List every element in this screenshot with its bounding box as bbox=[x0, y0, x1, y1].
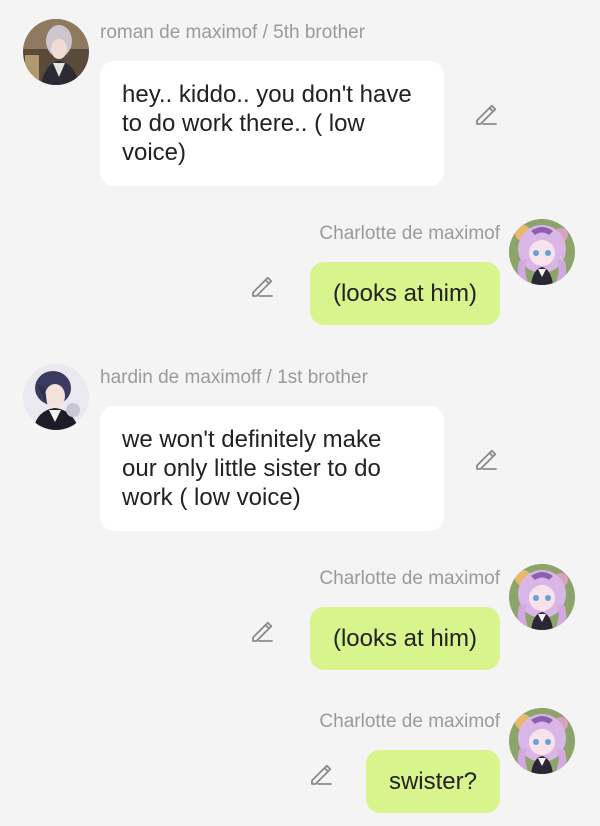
avatar-charlotte[interactable] bbox=[509, 564, 575, 630]
sender-name: Charlotte de maximof bbox=[319, 568, 500, 589]
avatar-charlotte[interactable] bbox=[509, 219, 575, 285]
message-bubble[interactable]: swister? bbox=[365, 750, 500, 813]
sender-name: Charlotte de maximof bbox=[319, 711, 500, 732]
avatar-hardin[interactable] bbox=[23, 364, 89, 430]
sender-name: hardin de maximoff / 1st brother bbox=[100, 367, 368, 388]
message-bubble[interactable]: hey.. kiddo.. you don't have to do work … bbox=[100, 61, 444, 186]
charlotte-avatar-image bbox=[509, 219, 575, 285]
chat-thread: roman de maximof / 5th brother hey.. kid… bbox=[0, 0, 600, 826]
charlotte-avatar-image bbox=[509, 564, 575, 630]
sender-name: Charlotte de maximof bbox=[319, 223, 500, 244]
hardin-avatar-image bbox=[23, 364, 89, 430]
message-bubble[interactable]: (looks at him) bbox=[309, 607, 500, 670]
pencil-edit-icon[interactable] bbox=[473, 101, 499, 127]
message-bubble[interactable]: we won't definitely make our only little… bbox=[100, 406, 444, 531]
pencil-edit-icon[interactable] bbox=[473, 446, 499, 472]
pencil-edit-icon[interactable] bbox=[249, 273, 275, 299]
charlotte-avatar-image bbox=[509, 708, 575, 774]
avatar-roman[interactable] bbox=[23, 19, 89, 85]
sender-name: roman de maximof / 5th brother bbox=[100, 22, 366, 43]
roman-avatar-image bbox=[23, 19, 89, 85]
pencil-edit-icon[interactable] bbox=[249, 618, 275, 644]
message-bubble[interactable]: (looks at him) bbox=[309, 262, 500, 325]
pencil-edit-icon[interactable] bbox=[308, 761, 334, 787]
avatar-charlotte[interactable] bbox=[509, 708, 575, 774]
